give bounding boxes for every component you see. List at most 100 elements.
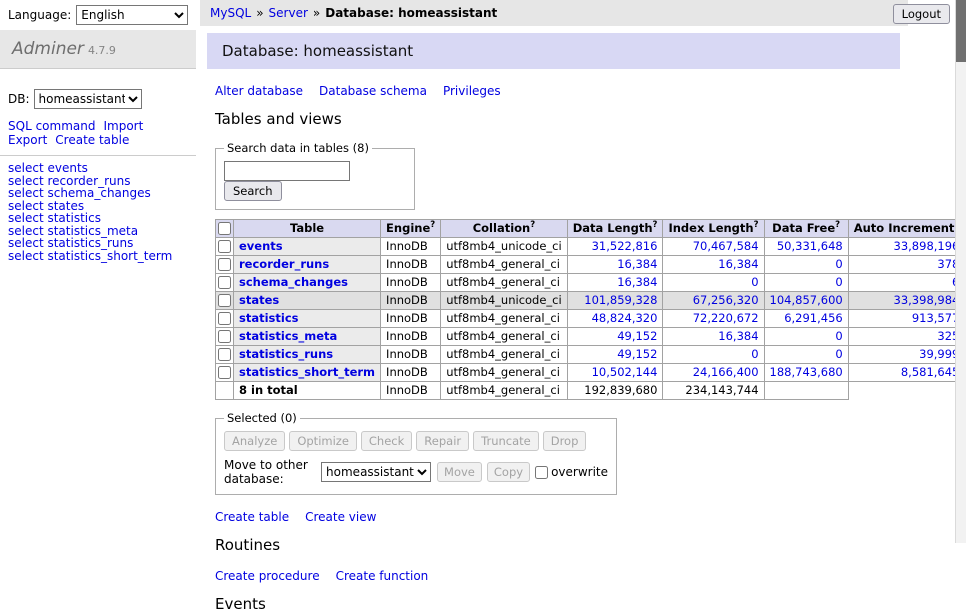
data-length-cell: 31,522,816 <box>567 238 663 256</box>
table-name-link[interactable]: statistics_short_term <box>239 365 375 379</box>
index-length-link[interactable]: 72,220,672 <box>693 311 759 325</box>
table-name-link[interactable]: statistics <box>239 311 299 325</box>
help-icon[interactable]: ? <box>430 220 435 230</box>
data-free-link[interactable]: 0 <box>835 257 842 271</box>
index-length-link[interactable]: 0 <box>751 275 758 289</box>
check-all-checkbox[interactable] <box>218 222 231 235</box>
table-name-link[interactable]: statistics_runs <box>239 347 333 361</box>
row-checkbox[interactable] <box>218 348 231 361</box>
export-link[interactable]: Export <box>8 133 47 147</box>
data-free-link[interactable]: 0 <box>835 347 842 361</box>
index-length-link[interactable]: 24,166,400 <box>693 365 759 379</box>
data-free-link[interactable]: 0 <box>835 275 842 289</box>
table-row: events InnoDB utf8mb4_unicode_ci 31,522,… <box>216 238 966 256</box>
data-length-link[interactable]: 16,384 <box>617 257 657 271</box>
search-button[interactable]: Search <box>224 181 282 201</box>
move-button[interactable]: Move <box>437 462 482 482</box>
index-length-link[interactable]: 67,256,320 <box>693 293 759 307</box>
table-name-link[interactable]: recorder_runs <box>239 257 329 271</box>
table-name-link[interactable]: statistics_meta <box>239 329 337 343</box>
language-select[interactable]: English <box>76 5 188 25</box>
tables-table: TableEngine?Collation?Data Length?Index … <box>215 219 966 400</box>
help-icon[interactable]: ? <box>653 220 658 230</box>
table-name-link[interactable]: states <box>239 293 279 307</box>
copy-button[interactable]: Copy <box>487 462 530 482</box>
auto-increment-link[interactable]: 913,577 <box>912 311 960 325</box>
scrollbar-thumb[interactable] <box>956 0 966 62</box>
data-length-link[interactable]: 48,824,320 <box>592 311 658 325</box>
engine-cell: InnoDB <box>381 346 441 364</box>
repair-button[interactable]: Repair <box>416 431 469 451</box>
breadcrumb-mysql-link[interactable]: MySQL <box>210 6 251 20</box>
create-function-link[interactable]: Create function <box>336 569 429 583</box>
import-link[interactable]: Import <box>103 119 143 133</box>
move-db-select[interactable]: homeassistant <box>321 462 431 482</box>
sidebar-table-link[interactable]: select schema_changes <box>8 187 196 200</box>
sidebar-create-table-link[interactable]: Create table <box>55 133 129 147</box>
adminer-logo[interactable]: Adminer <box>12 39 84 59</box>
index-length-link[interactable]: 0 <box>751 347 758 361</box>
row-checkbox[interactable] <box>218 330 231 343</box>
row-checkbox[interactable] <box>218 312 231 325</box>
auto-increment-link[interactable]: 39,999 <box>919 347 959 361</box>
create-table-link[interactable]: Create table <box>215 510 289 524</box>
sidebar-table-link[interactable]: select statistics <box>8 212 196 225</box>
table-name-link[interactable]: events <box>239 239 283 253</box>
alter-database-link[interactable]: Alter database <box>215 84 303 98</box>
collation-cell: utf8mb4_general_ci <box>441 364 568 382</box>
data-length-cell: 48,824,320 <box>567 310 663 328</box>
auto-increment-link[interactable]: 8,581,645 <box>901 365 960 379</box>
overwrite-label: overwrite <box>551 465 608 479</box>
scrollbar[interactable] <box>955 0 966 543</box>
overwrite-checkbox[interactable] <box>535 466 548 479</box>
check-button[interactable]: Check <box>361 431 412 451</box>
row-checkbox[interactable] <box>218 240 231 253</box>
auto-increment-link[interactable]: 33,898,196 <box>894 239 960 253</box>
data-free-link[interactable]: 188,743,680 <box>770 365 843 379</box>
sql-command-link[interactable]: SQL command <box>8 119 95 133</box>
sidebar-table-link[interactable]: select statistics_short_term <box>8 250 196 263</box>
logout-button[interactable]: Logout <box>893 4 950 24</box>
analyze-button[interactable]: Analyze <box>224 431 285 451</box>
auto-increment-link[interactable]: 33,398,984 <box>894 293 960 307</box>
help-icon[interactable]: ? <box>835 220 840 230</box>
privileges-link[interactable]: Privileges <box>443 84 501 98</box>
create-procedure-link[interactable]: Create procedure <box>215 569 320 583</box>
data-length-link[interactable]: 10,502,144 <box>592 365 658 379</box>
data-free-link[interactable]: 104,857,600 <box>770 293 843 307</box>
index-length-link[interactable]: 16,384 <box>718 257 758 271</box>
table-name-link[interactable]: schema_changes <box>239 275 348 289</box>
collation-cell: utf8mb4_unicode_ci <box>441 238 568 256</box>
data-free-link[interactable]: 0 <box>835 329 842 343</box>
help-icon[interactable]: ? <box>754 220 759 230</box>
row-checkbox[interactable] <box>218 366 231 379</box>
data-free-cell: 104,857,600 <box>764 292 848 310</box>
data-free-link[interactable]: 50,331,648 <box>777 239 843 253</box>
collation-cell: utf8mb4_general_ci <box>441 274 568 292</box>
index-length-link[interactable]: 70,467,584 <box>693 239 759 253</box>
help-icon[interactable]: ? <box>530 220 535 230</box>
drop-button[interactable]: Drop <box>543 431 587 451</box>
create-view-link[interactable]: Create view <box>305 510 376 524</box>
db-selector: DB:homeassistant <box>8 89 196 109</box>
index-length-link[interactable]: 16,384 <box>718 329 758 343</box>
row-checkbox[interactable] <box>218 276 231 289</box>
row-checkbox[interactable] <box>218 258 231 271</box>
sidebar-table-link[interactable]: select statistics_runs <box>8 237 196 250</box>
row-checkbox[interactable] <box>218 294 231 307</box>
data-length-link[interactable]: 31,522,816 <box>592 239 658 253</box>
sidebar-table-link[interactable]: select events <box>8 162 196 175</box>
totals-data-free <box>764 382 848 400</box>
data-length-link[interactable]: 101,859,328 <box>584 293 657 307</box>
db-select[interactable]: homeassistant <box>34 89 142 109</box>
search-input[interactable] <box>224 161 350 181</box>
data-length-link[interactable]: 49,152 <box>617 329 657 343</box>
row-checkbox-cell <box>216 238 234 256</box>
data-length-link[interactable]: 49,152 <box>617 347 657 361</box>
breadcrumb-server-link[interactable]: Server <box>269 6 308 20</box>
truncate-button[interactable]: Truncate <box>473 431 539 451</box>
database-schema-link[interactable]: Database schema <box>319 84 427 98</box>
data-length-link[interactable]: 16,384 <box>617 275 657 289</box>
optimize-button[interactable]: Optimize <box>289 431 357 451</box>
data-free-link[interactable]: 6,291,456 <box>784 311 843 325</box>
